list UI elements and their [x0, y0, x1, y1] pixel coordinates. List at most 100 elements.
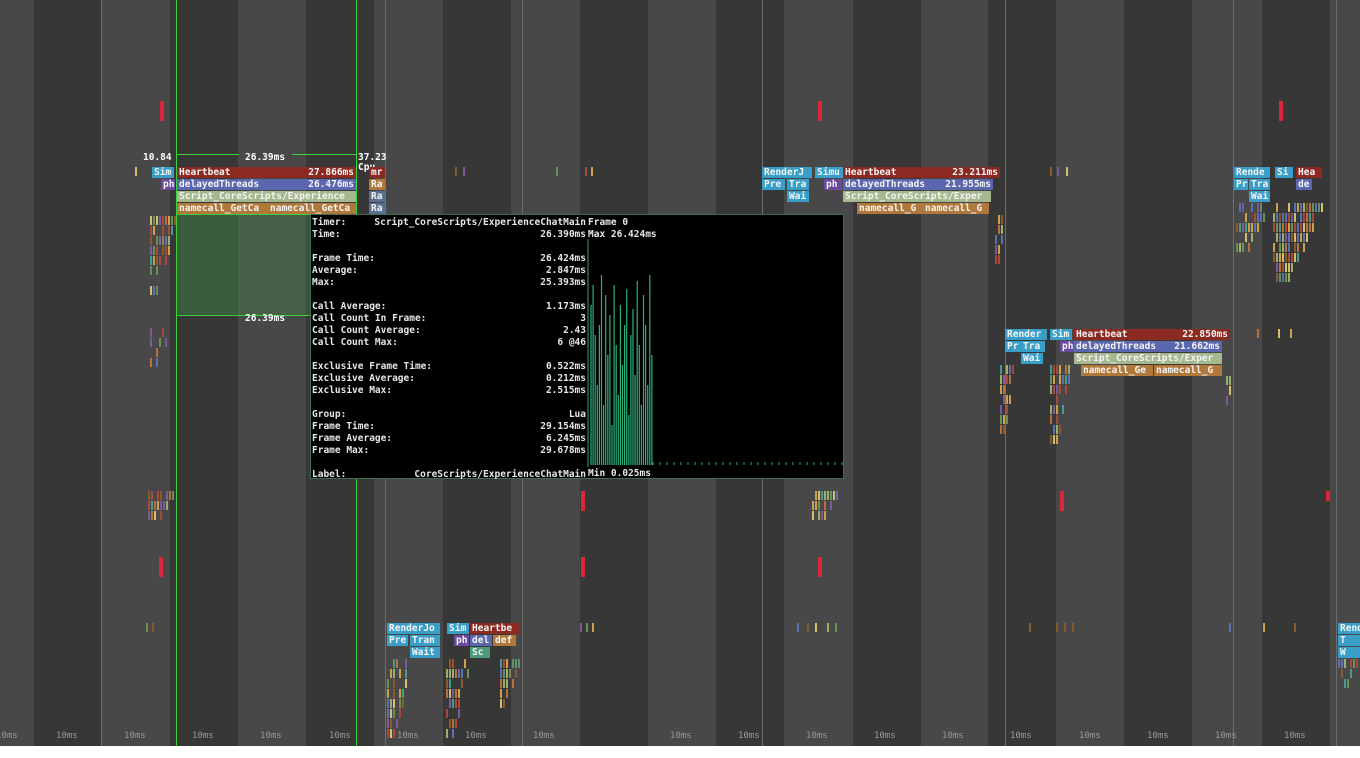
def-bar[interactable]: def [493, 635, 516, 646]
heartbeat-bar[interactable]: Heartbeat 23.211ms [843, 167, 1000, 178]
ph-bar[interactable]: ph [824, 179, 842, 190]
event-marker [1056, 415, 1058, 424]
tooltip-key: Max: [312, 277, 335, 288]
namecall-bar[interactable]: namecall_G [923, 203, 989, 214]
sim-bar[interactable]: Sim [152, 167, 174, 178]
event-marker [1285, 273, 1287, 282]
delayed-threads-bar[interactable]: delayedThreads 26.476ms [177, 179, 356, 190]
event-marker [591, 167, 593, 176]
event-marker [153, 226, 155, 235]
profiler-timeline[interactable]: 26.39ms 26.39ms 10.84 37.23 Cpu Sim Hear… [0, 0, 1360, 746]
event-marker [1059, 375, 1061, 384]
event-marker [150, 266, 152, 275]
script-bar-label: Script_CoreScripts/Experience [179, 191, 345, 202]
event-marker [148, 491, 150, 500]
sim-bar[interactable]: Simu [815, 167, 843, 178]
script-bar[interactable]: Script_CoreScripts/Experience [177, 191, 356, 202]
event-marker [1276, 233, 1278, 242]
script-bar[interactable]: Script_CoreScripts/Exper [843, 191, 991, 202]
side-bar[interactable]: mr [369, 167, 385, 178]
render-bar-label: Rende [1236, 167, 1265, 178]
event-marker [160, 491, 162, 500]
selection-start-line[interactable] [176, 0, 177, 746]
delayed-threads-bar[interactable]: del [470, 635, 492, 646]
time-stripe [853, 0, 921, 746]
wait-bar[interactable]: Wai [1249, 191, 1270, 202]
namecall-bar[interactable]: namecall_G [1154, 365, 1222, 376]
sim-bar[interactable]: Sim [447, 623, 469, 634]
event-marker [1288, 263, 1290, 272]
pre-bar[interactable]: Pr [1234, 179, 1248, 190]
event-marker [1282, 223, 1284, 232]
event-marker [1312, 223, 1314, 232]
side-bar[interactable]: Ra [369, 179, 385, 190]
frame-boundary-line [101, 0, 102, 746]
heartbeat-bar[interactable]: Heartbeat 27.866ms [177, 167, 356, 178]
event-marker [1242, 223, 1244, 232]
ph-bar[interactable]: ph [1060, 341, 1074, 352]
event-marker [512, 659, 514, 668]
delayed-threads-bar[interactable]: delayedThreads 21.955ms [843, 179, 993, 190]
event-marker [1341, 659, 1343, 668]
event-marker [506, 659, 508, 668]
wait-bar[interactable]: W [1338, 647, 1360, 658]
tooltip-value: 1.173ms [545, 301, 586, 312]
render-bar[interactable]: RenderJ [762, 167, 812, 178]
namecall-bar[interactable]: namecall_G [857, 203, 923, 214]
pre-bar[interactable]: Pr [1005, 341, 1021, 352]
event-marker [146, 623, 148, 632]
event-marker [452, 669, 454, 678]
sim-bar[interactable]: Sim [1050, 329, 1072, 340]
heartbeat-bar[interactable]: Heartbeat 22.850ms [1074, 329, 1230, 340]
heartbeat-bar[interactable]: Hea [1296, 167, 1322, 178]
sim-bar[interactable]: Si [1275, 167, 1293, 178]
wait-bar[interactable]: Wai [1021, 353, 1043, 364]
heartbeat-bar[interactable]: Heartbe [470, 623, 520, 634]
heartbeat-bar-label: Heartbeat [179, 167, 231, 178]
time-tick-label: 10ms [1079, 731, 1101, 741]
script-bar[interactable]: Sc [470, 647, 490, 658]
event-marker [506, 689, 508, 698]
tooltip-value: Script_CoreScripts/ExperienceChatMain [374, 217, 586, 228]
wait-bar[interactable]: Wait [410, 647, 440, 658]
event-marker [1276, 223, 1278, 232]
tooltip-key: Group: [312, 409, 347, 420]
side-bar-label: Ra [371, 191, 383, 202]
ph-bar[interactable]: ph [161, 179, 175, 190]
render-bar[interactable]: Rende [1234, 167, 1270, 178]
side-bar[interactable]: Ra [369, 191, 385, 202]
tran-bar[interactable]: Tran [410, 635, 440, 646]
event-marker [464, 659, 466, 668]
event-marker [503, 679, 505, 688]
tooltip-value: 3 [580, 313, 586, 324]
render-bar[interactable]: Render [1005, 329, 1047, 340]
namecall-bar[interactable]: namecall_Ge [1081, 365, 1153, 376]
tra-bar[interactable]: Tra [787, 179, 809, 190]
delayed-threads-bar[interactable]: delayedThreads 21.662ms [1074, 341, 1222, 352]
time-tick-label: 10ms [738, 731, 760, 741]
ph-bar[interactable]: ph [454, 635, 469, 646]
tooltip-key: Frame Time: [312, 421, 375, 432]
pre-bar[interactable]: Pre [387, 635, 408, 646]
render-bar[interactable]: Rend [1338, 623, 1360, 634]
tra-bar[interactable]: Tra [1021, 341, 1045, 352]
event-marker [150, 328, 152, 337]
event-marker [807, 623, 809, 632]
event-marker [159, 256, 161, 265]
render-bar[interactable]: RenderJo [387, 623, 440, 634]
event-marker [452, 699, 454, 708]
side-bar[interactable]: Ra [369, 203, 385, 214]
delayed-threads-bar[interactable]: de [1296, 179, 1312, 190]
tra-bar[interactable]: T [1338, 635, 1360, 646]
event-marker [1297, 253, 1299, 262]
event-marker [399, 699, 401, 708]
pre-bar[interactable]: Pre [762, 179, 785, 190]
tra-bar[interactable]: Tra [1249, 179, 1270, 190]
event-marker [157, 501, 159, 510]
script-bar[interactable]: Script_CoreScripts/Exper [1074, 353, 1222, 364]
event-marker [1003, 375, 1005, 384]
namecall-bar[interactable]: namecall_GetCa [268, 203, 356, 214]
namecall-bar[interactable]: namecall_GetCa [177, 203, 268, 214]
event-marker [458, 669, 460, 678]
wait-bar[interactable]: Wai [787, 191, 809, 202]
